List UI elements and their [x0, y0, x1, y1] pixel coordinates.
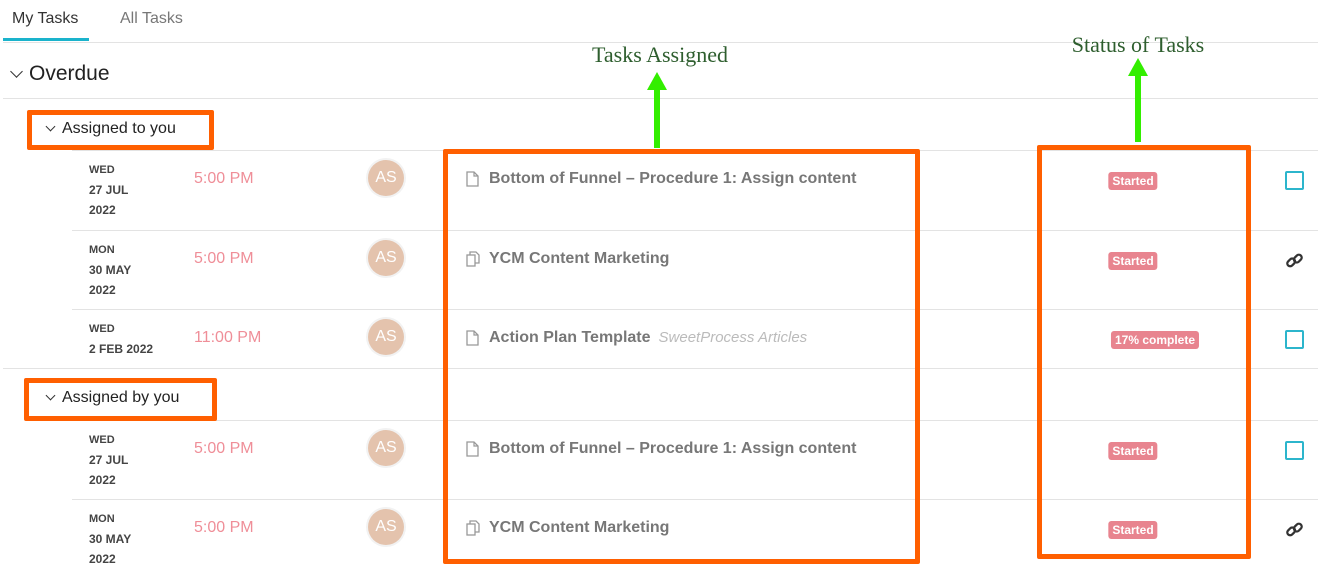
link-icon[interactable]: [1285, 251, 1304, 270]
link-icon[interactable]: [1285, 520, 1304, 539]
due-weekday: WED: [89, 434, 115, 446]
due-time: 5:00 PM: [194, 519, 254, 536]
due-date: MON 30 MAY 2022: [89, 240, 131, 300]
arrow-up-icon: [647, 72, 667, 148]
highlight-box: [27, 110, 214, 150]
due-year: 2022: [89, 283, 116, 297]
chevron-down-icon: [10, 65, 23, 78]
due-weekday: MON: [89, 244, 115, 256]
tab-all-tasks[interactable]: All Tasks: [120, 10, 183, 28]
overdue-section-toggle[interactable]: Overdue: [10, 62, 110, 86]
due-date: WED 27 JUL 2022: [89, 430, 128, 490]
avatar[interactable]: AS: [368, 430, 404, 466]
due-day-month: 27 JUL: [89, 183, 129, 197]
annotation-status-of-tasks: Status of Tasks: [1071, 32, 1205, 57]
due-time: 5:00 PM: [194, 250, 254, 267]
due-date: WED 27 JUL 2022: [89, 160, 128, 220]
due-day-month: 2 FEB 2022: [89, 342, 154, 356]
highlight-box: [24, 378, 217, 421]
annotation-tasks-assigned: Tasks Assigned: [592, 42, 728, 67]
due-year: 2022: [89, 473, 116, 487]
due-weekday: WED: [89, 323, 115, 335]
due-date: MON 30 MAY 2022: [89, 509, 131, 569]
due-year: 2022: [89, 552, 116, 566]
avatar[interactable]: AS: [368, 319, 404, 355]
due-time: 5:00 PM: [194, 170, 254, 187]
avatar[interactable]: AS: [368, 240, 404, 276]
arrow-up-icon: [1128, 58, 1148, 142]
due-day-month: 30 MAY: [89, 263, 132, 277]
due-date: WED 2 FEB 2022: [89, 319, 153, 359]
due-time: 11:00 PM: [194, 329, 262, 346]
section-title: Overdue: [29, 62, 110, 85]
highlight-box-tasks: [443, 149, 920, 564]
due-year: 2022: [89, 203, 116, 217]
active-tab-indicator: [3, 38, 89, 41]
checkbox-icon[interactable]: [1285, 171, 1304, 190]
due-day-month: 27 JUL: [89, 453, 129, 467]
due-weekday: WED: [89, 164, 115, 176]
avatar[interactable]: AS: [368, 509, 404, 545]
due-day-month: 30 MAY: [89, 532, 132, 546]
checkbox-icon[interactable]: [1285, 330, 1304, 349]
tab-my-tasks[interactable]: My Tasks: [12, 10, 78, 28]
due-weekday: MON: [89, 513, 115, 525]
checkbox-icon[interactable]: [1285, 441, 1304, 460]
due-time: 5:00 PM: [194, 440, 254, 457]
avatar[interactable]: AS: [368, 160, 404, 196]
highlight-box-status: [1037, 145, 1251, 559]
